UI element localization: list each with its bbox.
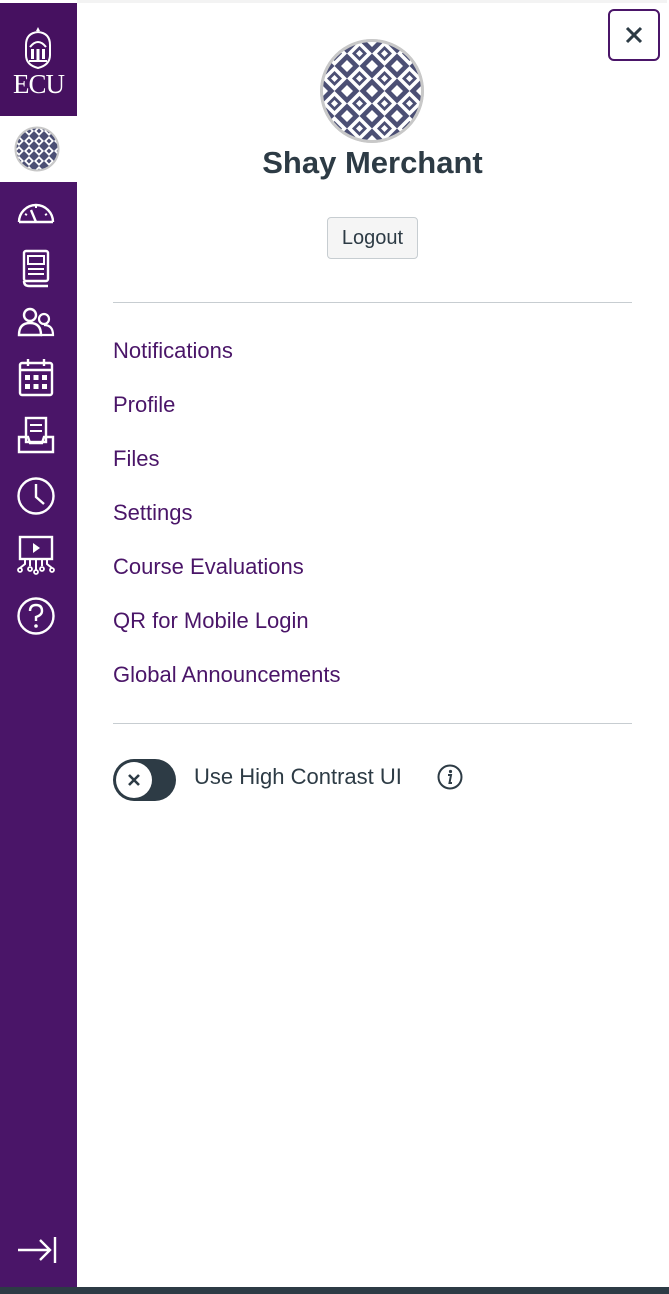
help-icon[interactable] <box>16 596 56 636</box>
logout-button[interactable]: Logout <box>327 217 418 259</box>
link-settings[interactable]: Settings <box>113 498 193 528</box>
info-icon[interactable] <box>437 764 463 790</box>
collapse-arrow-icon[interactable] <box>16 1234 58 1266</box>
crest-icon <box>25 27 51 69</box>
bottom-bar <box>0 1287 669 1294</box>
clock-icon[interactable] <box>16 476 56 516</box>
avatar-icon <box>320 39 424 143</box>
studio-icon[interactable] <box>16 535 56 575</box>
x-icon <box>128 774 140 786</box>
high-contrast-toggle[interactable] <box>113 759 176 801</box>
close-button[interactable] <box>608 9 660 61</box>
logo-text: ECU <box>13 69 65 99</box>
dashboard-icon[interactable] <box>16 192 56 232</box>
user-name: Shay Merchant <box>262 145 483 180</box>
groups-icon[interactable] <box>16 302 56 342</box>
link-notifications[interactable]: Notifications <box>113 336 233 366</box>
close-icon <box>625 26 643 44</box>
account-tray <box>77 3 667 1287</box>
ecu-logo[interactable]: ECU <box>0 3 77 116</box>
link-global-announcements[interactable]: Global Announcements <box>113 660 341 690</box>
nav-item-account[interactable] <box>0 116 77 182</box>
avatar-icon <box>14 126 60 172</box>
divider <box>113 723 632 724</box>
link-profile[interactable]: Profile <box>113 390 175 420</box>
high-contrast-label: Use High Contrast UI <box>194 764 402 789</box>
global-nav: ECU <box>0 0 77 1287</box>
toggle-knob <box>116 762 152 798</box>
link-course-evaluations[interactable]: Course Evaluations <box>113 552 304 582</box>
link-files[interactable]: Files <box>113 444 159 474</box>
calendar-icon[interactable] <box>16 357 56 397</box>
link-qr-mobile-login[interactable]: QR for Mobile Login <box>113 606 309 636</box>
divider <box>113 302 632 303</box>
courses-icon[interactable] <box>16 248 56 288</box>
user-avatar[interactable] <box>320 39 424 143</box>
inbox-icon[interactable] <box>16 415 56 455</box>
